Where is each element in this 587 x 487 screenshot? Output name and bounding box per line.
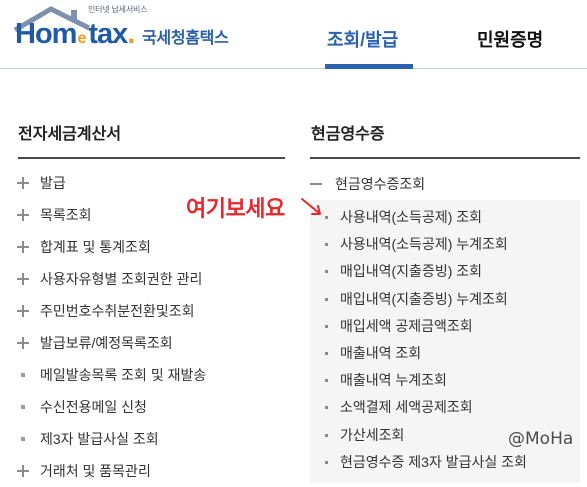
submenu-item-sales-cumulative[interactable]: 매출내역 누계조회 [310, 367, 580, 394]
submenu-item-purchase-cumulative[interactable]: 매입내역(지출증빙) 누계조회 [310, 286, 580, 313]
submenu-item-label: 가산세조회 [340, 426, 405, 443]
menu-item-label: 메일발송목록 조회 및 재발송 [40, 367, 207, 383]
bullet-icon [325, 351, 328, 355]
bullet-icon [325, 406, 328, 410]
plus-icon [17, 305, 29, 317]
bullet-icon [325, 460, 328, 464]
annotation-text: 여기보세요 [186, 196, 285, 221]
plus-icon [17, 273, 29, 285]
bullet-icon [325, 270, 328, 274]
menu-item-pending-scheduled-list[interactable]: 발급보류/예정목록조회 [0, 327, 300, 359]
menu-item-cash-receipt-inquiry[interactable]: 현금영수증조회 [310, 168, 580, 200]
watermark: @MoHa [508, 429, 574, 449]
hometax-logo[interactable]: 인터넷 납세서비스 Hometax. 국세청홈택스 [0, 0, 250, 60]
logo-wordmark-hom: Hom [15, 18, 77, 50]
square-bullet-icon [21, 437, 25, 441]
active-tab-indicator [325, 64, 413, 69]
logo-name: 국세청홈택스 [142, 30, 229, 47]
submenu-item-label: 매출내역 누계조회 [340, 372, 447, 389]
submenu-item-small-payment-credit[interactable]: 소액결제 세액공제조회 [310, 394, 580, 421]
submenu-item-label: 사용내역(소득공제) 조회 [340, 209, 483, 225]
logo-wordmark-tax: tax [88, 18, 128, 50]
menu-item-label: 발급 [40, 175, 66, 191]
menu-item-label: 사용자유형별 조회권한 관리 [40, 271, 203, 287]
bullet-icon [325, 297, 328, 301]
section-title-rule [310, 157, 580, 159]
menu-item-label: 주민번호수취분전환및조회 [40, 303, 195, 319]
submenu-item-label: 매입세액 공제금액조회 [340, 317, 473, 334]
menu-item-third-party-issuance[interactable]: 제3자 발급사실 조회 [0, 423, 300, 455]
site-header: 인터넷 납세서비스 Hometax. 국세청홈택스 조회/발급 민원증명 [0, 0, 587, 69]
submenu-item-usage-cumulative[interactable]: 사용내역(소득공제) 누계조회 [310, 231, 580, 258]
submenu-item-label: 매입내역(지출증빙) 누계조회 [340, 290, 508, 307]
nav-tab-civil-certificate[interactable]: 민원증명 [477, 28, 543, 52]
menu-item-summary-statistics[interactable]: 합계표 및 통계조회 [0, 231, 300, 263]
nav-tab-label: 민원증명 [477, 30, 544, 50]
menu-item-label: 수신전용메일 신청 [40, 399, 147, 415]
submenu-item-label: 사용내역(소득공제) 누계조회 [340, 236, 508, 253]
section-title-e-tax-invoice: 전자세금계산서 [18, 126, 122, 143]
bullet-icon [325, 216, 328, 219]
menu-item-label: 현금영수증조회 [335, 176, 426, 192]
submenu-item-label: 매출내역 조회 [340, 344, 422, 361]
submenu-item-usage-inquiry[interactable]: 사용내역(소득공제) 조회 [310, 204, 580, 231]
bullet-icon [325, 243, 328, 247]
menu-item-label: 목록조회 [40, 207, 92, 223]
arrow-down-right-icon [301, 198, 321, 215]
menu-item-label: 합계표 및 통계조회 [40, 239, 151, 255]
submenu-item-label: 현금영수증 제3자 발급사실 조회 [340, 453, 527, 470]
menu-item-label: 발급보류/예정목록조회 [40, 335, 173, 351]
plus-icon [17, 177, 29, 189]
bullet-icon [325, 379, 328, 383]
logo-wordmark-e: e [77, 30, 87, 47]
submenu-item-sales-inquiry[interactable]: 매출내역 조회 [310, 340, 580, 367]
square-bullet-icon [21, 405, 25, 409]
section-title-cash-receipt: 현금영수증 [311, 126, 385, 143]
menu-item-partner-item-management[interactable]: 거래처 및 품목관리 [0, 455, 300, 487]
submenu-item-label: 소액결제 세액공제조회 [340, 399, 473, 416]
submenu-item-third-party-issuance[interactable]: 현금영수증 제3자 발급사실 조회 [310, 449, 580, 476]
submenu-item-purchase-inquiry[interactable]: 매입내역(지출증빙) 조회 [310, 258, 580, 285]
minus-icon [310, 183, 322, 185]
plus-icon [17, 337, 29, 349]
plus-icon [17, 241, 29, 253]
submenu-item-label: 매입내역(지출증빙) 조회 [340, 263, 483, 280]
menu-item-resident-number-conversion[interactable]: 주민번호수취분전환및조회 [0, 295, 300, 327]
header-divider [0, 68, 587, 69]
menu-item-label: 제3자 발급사실 조회 [40, 431, 159, 447]
section-title-rule [18, 157, 285, 159]
menu-item-user-permission[interactable]: 사용자유형별 조회권한 관리 [0, 263, 300, 295]
bullet-icon [325, 324, 328, 328]
menu-item-label: 거래처 및 품목관리 [40, 463, 151, 479]
plus-icon [17, 465, 29, 477]
logo-tagline: 인터넷 납세서비스 [88, 5, 148, 14]
nav-tab-label: 조회/발급 [327, 30, 399, 50]
square-bullet-icon [21, 373, 25, 377]
nav-tab-inquiry-issue[interactable]: 조회/발급 [327, 28, 398, 52]
menu-item-mail-sent-list[interactable]: 메일발송목록 조회 및 재발송 [0, 359, 300, 391]
menu-item-receive-only-mail[interactable]: 수신전용메일 신청 [0, 391, 300, 423]
logo-wordmark: Hometax. [15, 17, 135, 56]
logo-wordmark-dot: . [127, 18, 135, 50]
plus-icon [17, 209, 29, 221]
bullet-icon [325, 433, 328, 437]
submenu-item-input-tax-deduction[interactable]: 매입세액 공제금액조회 [310, 313, 580, 340]
